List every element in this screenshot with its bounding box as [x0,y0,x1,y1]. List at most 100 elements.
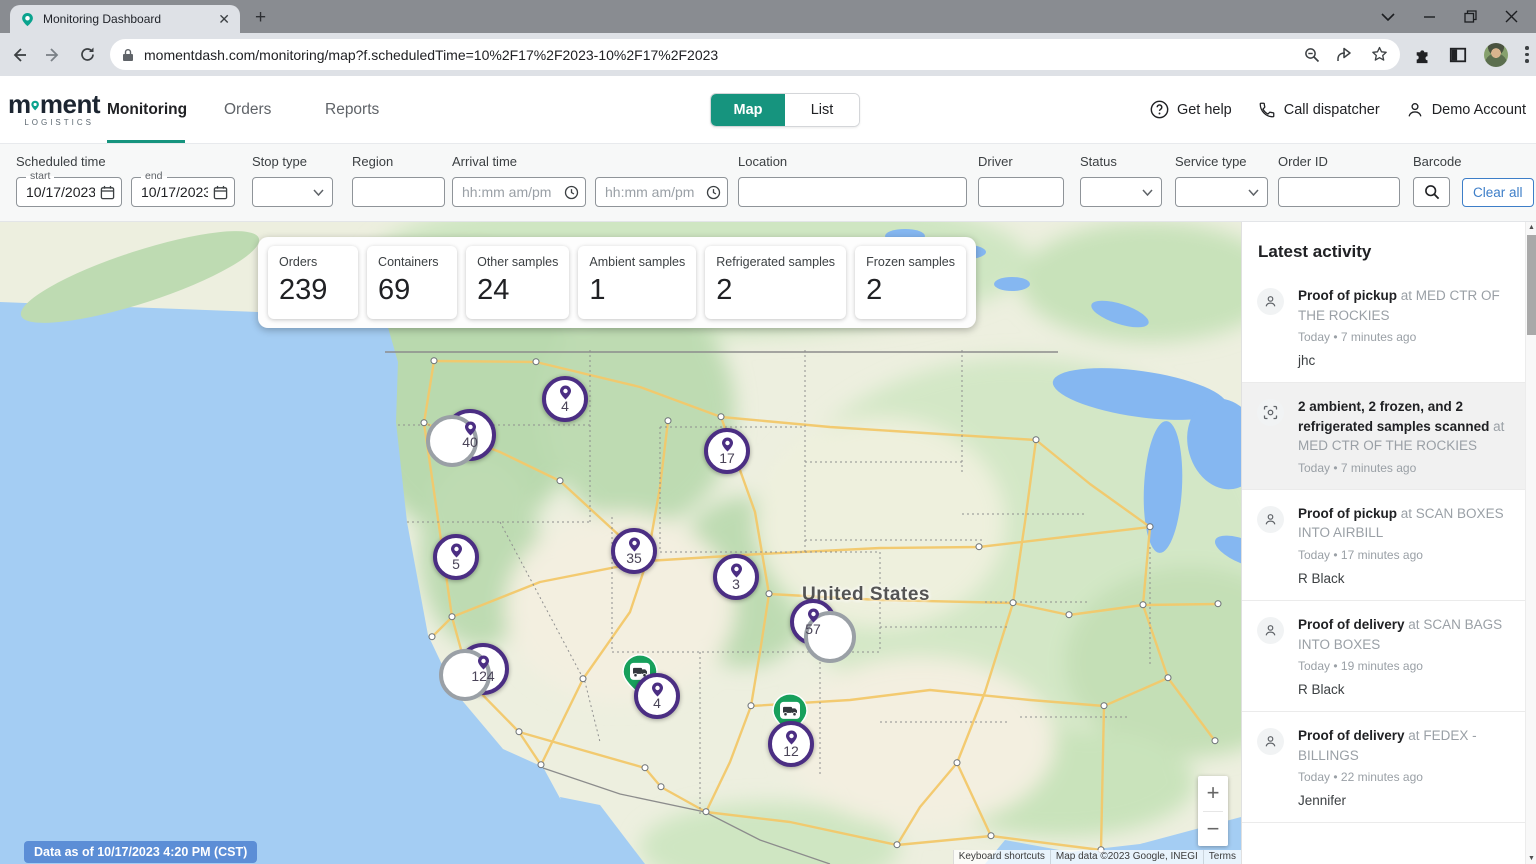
side-panel-icon[interactable] [1449,46,1467,64]
keyboard-shortcuts-link[interactable]: Keyboard shortcuts [953,850,1050,864]
url-input[interactable]: momentdash.com/monitoring/map?f.schedule… [110,39,1400,70]
map-cluster-marker[interactable]: 4 [634,673,680,719]
calendar-icon[interactable] [100,185,115,200]
nav-orders[interactable]: Orders [224,76,271,143]
status-select[interactable] [1080,177,1162,207]
lock-icon [122,48,134,62]
city-label [703,807,710,815]
map-cluster-marker[interactable]: 3 [713,554,759,600]
activity-scrollbar[interactable]: ▲ ▼ [1525,222,1536,864]
city-label [718,412,725,420]
activity-action: 2 ambient, 2 frozen, and 2 refrigerated … [1298,399,1489,434]
map-cluster-marker[interactable]: 12 [768,721,814,767]
stop-type-select[interactable] [252,177,333,207]
scrollbar-up-icon[interactable]: ▲ [1528,224,1535,231]
terms-link[interactable]: Terms [1203,850,1241,864]
scrollbar-down-icon[interactable]: ▼ [1528,855,1535,862]
zoom-out-button[interactable]: − [1198,812,1228,847]
activity-item[interactable]: Proof of pickup at MED CTR OF THE ROCKIE… [1242,272,1536,383]
map-cluster-marker[interactable]: 124 [457,643,509,695]
browser-tabstrip: Monitoring Dashboard ✕ + [0,0,1536,33]
location-field [738,177,967,207]
zoom-page-icon[interactable] [1304,47,1320,63]
activity-person: Jennifer [1298,793,1510,808]
map-canvas[interactable]: United States 4 40 17 [0,222,1241,864]
stat-card[interactable]: Orders 239 [268,246,358,319]
activity-item[interactable]: Proof of pickup at SCAN BOXES INTO AIRBI… [1242,490,1536,601]
driver-input[interactable] [979,178,1063,206]
map-cluster-marker[interactable]: 57 [790,599,836,645]
barcode-search-button[interactable] [1413,177,1450,207]
profile-avatar[interactable] [1484,43,1508,67]
browser-menu-icon[interactable] [1525,46,1529,63]
city-label [557,476,564,484]
window-close-icon[interactable] [1505,10,1518,23]
browser-tab[interactable]: Monitoring Dashboard ✕ [10,5,240,33]
activity-timestamp: Today • 19 minutes ago [1298,659,1510,673]
city-label [954,758,961,766]
forward-button[interactable] [38,40,68,70]
activity-item[interactable]: Proof of delivery at FEDEX - BILLINGS To… [1242,712,1536,823]
clock-icon[interactable] [564,185,579,200]
activity-icon [1257,506,1284,533]
activity-item[interactable]: 2 ambient, 2 frozen, and 2 refrigerated … [1242,383,1536,490]
marker-count: 17 [719,451,735,465]
stat-value: 2 [716,274,835,307]
region-input[interactable] [353,178,444,206]
map-cluster-marker[interactable]: 17 [704,428,750,474]
nav-reports[interactable]: Reports [325,76,379,143]
order-id-input[interactable] [1279,178,1399,206]
city-label [449,612,456,620]
city-label [533,357,540,365]
get-help-button[interactable]: Get help [1150,100,1232,119]
city-label [429,632,436,640]
stat-card[interactable]: Ambient samples 1 [578,246,696,319]
bookmark-star-icon[interactable] [1371,46,1388,63]
stat-card[interactable]: Refrigerated samples 2 [705,246,846,319]
barcode-label: Barcode [1413,154,1461,169]
map-cluster-marker[interactable]: 40 [444,409,496,461]
logo-pin-icon [31,95,39,116]
calendar-icon[interactable] [213,185,228,200]
activity-timestamp: Today • 7 minutes ago [1298,330,1510,344]
moment-logo[interactable]: m ment LOGISTICS [8,89,100,127]
city-label [658,782,665,790]
back-button[interactable] [4,40,34,70]
window-restore-icon[interactable] [1464,10,1477,23]
scrollbar-thumb[interactable] [1527,235,1536,335]
window-minimize-icon[interactable] [1423,10,1436,23]
zoom-in-button[interactable]: + [1198,776,1228,811]
service-type-select[interactable] [1175,177,1268,207]
clock-icon[interactable] [706,185,721,200]
stat-card[interactable]: Containers 69 [367,246,457,319]
browser-menu-chevron-icon[interactable] [1381,13,1395,21]
chevron-down-icon [1248,189,1259,196]
activity-icon [1257,399,1284,426]
filter-bar: Scheduled time start end Stop type Regio… [0,144,1536,222]
new-tab-button[interactable]: + [255,8,266,27]
extensions-puzzle-icon[interactable] [1414,46,1432,64]
stat-card[interactable]: Other samples 24 [466,246,569,319]
tab-close-icon[interactable]: ✕ [218,12,230,26]
account-menu[interactable]: Demo Account [1406,101,1526,119]
toggle-list-button[interactable]: List [785,94,859,126]
city-label [894,840,901,848]
person-icon [1406,101,1424,119]
activity-action: Proof of pickup [1298,288,1397,303]
toggle-map-button[interactable]: Map [711,94,785,126]
reload-button[interactable] [72,40,102,70]
scan-icon [1263,405,1278,420]
location-input[interactable] [739,178,966,206]
call-dispatcher-button[interactable]: Call dispatcher [1258,101,1380,119]
share-icon[interactable] [1337,47,1354,62]
stat-card[interactable]: Frozen samples 2 [855,246,966,319]
map-cluster-marker[interactable]: 4 [542,376,588,422]
city-label [421,418,428,426]
map-cluster-marker[interactable]: 5 [433,534,479,580]
activity-item[interactable]: Proof of delivery at SCAN BAGS INTO BOXE… [1242,601,1536,712]
nav-monitoring[interactable]: Monitoring [107,76,187,143]
map-cluster-marker[interactable]: 35 [611,528,657,574]
clear-all-button[interactable]: Clear all [1462,178,1534,207]
activity-text: Proof of pickup at SCAN BOXES INTO AIRBI… [1298,504,1510,543]
help-circle-icon [1150,100,1169,119]
